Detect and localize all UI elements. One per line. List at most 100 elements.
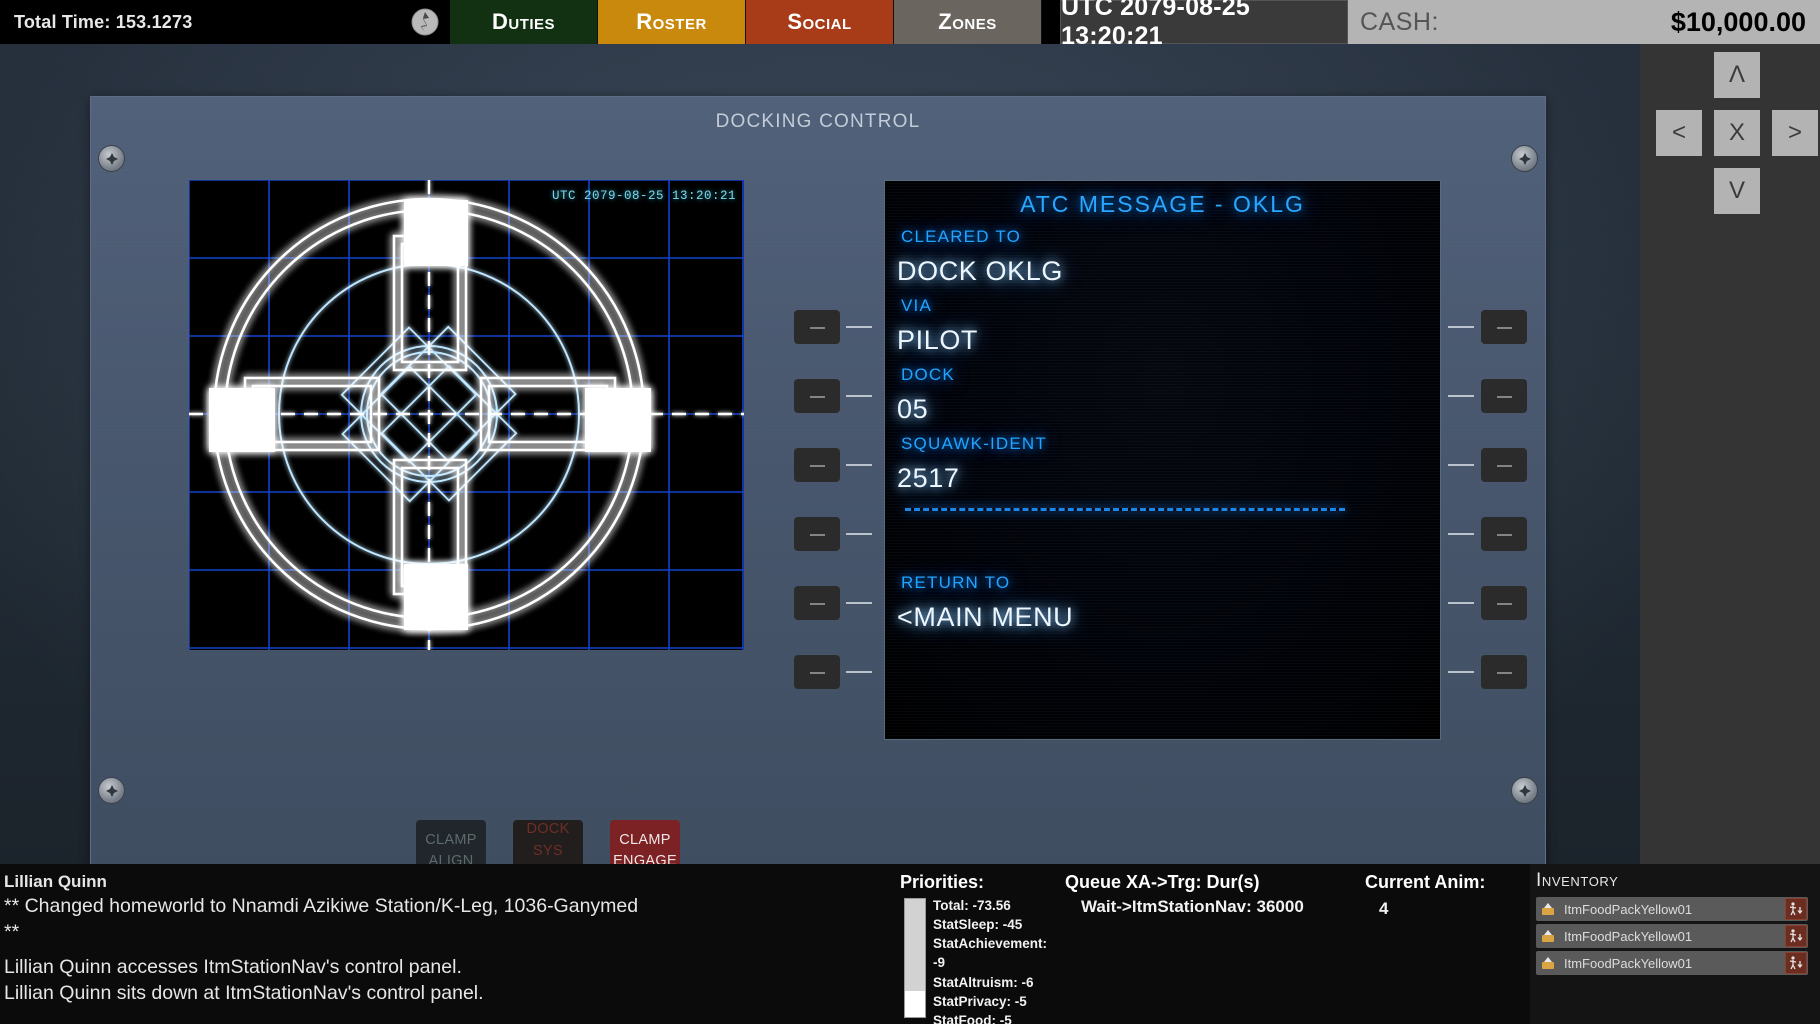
inventory-item-label: ItmFoodPackYellow01 — [1564, 928, 1693, 944]
atc-message-screen[interactable]: ATC MESSAGE - OKLG CLEARED TO DOCK OKLG … — [884, 180, 1441, 740]
top-bar: Total Time: 153.1273 Duties Roster Socia… — [0, 0, 1820, 50]
inventory-item[interactable]: ItmFoodPackYellow01 — [1536, 897, 1808, 921]
game-stage: DOCKING CONTROL UTC 2079-08-25 13:20:21 — [0, 44, 1640, 882]
softkey-right-2[interactable]: — — [1481, 379, 1527, 413]
atc-main-menu-link[interactable]: <MAIN MENU — [897, 602, 1073, 633]
softkey-left-1-connector — [846, 326, 872, 328]
drop-item-icon[interactable] — [1785, 952, 1807, 974]
page-title: DOCKING CONTROL — [715, 111, 921, 132]
food-pack-icon — [1536, 955, 1560, 971]
current-anim-value: 4 — [1379, 899, 1389, 918]
softkey-right-1-connector — [1448, 326, 1474, 328]
atc-label-return-to: RETURN TO — [901, 573, 1011, 592]
tab-social[interactable]: Social — [746, 0, 894, 44]
priorities-heading: Priorities: — [900, 872, 985, 892]
clamp-engage-line1: CLAMP — [619, 831, 671, 848]
log-line: Lillian Quinn accesses ItmStationNav's c… — [4, 956, 462, 979]
softkey-right-1[interactable]: — — [1481, 310, 1527, 344]
utc-clock: UTC 2079-08-25 13:20:21 — [1060, 0, 1348, 50]
atc-divider — [905, 508, 1345, 511]
event-log[interactable]: Lillian Quinn ** Changed homeworld to Nn… — [0, 864, 900, 1024]
atc-title: ATC MESSAGE - OKLG — [1020, 191, 1305, 217]
priorities-list: Total: -73.56 StatSleep: -45 StatAchieve… — [933, 896, 1061, 1024]
cash-display: CASH: $10,000.00 — [1348, 0, 1820, 44]
atc-value-via[interactable]: PILOT — [897, 325, 978, 356]
priority-row: StatPrivacy: -5 — [933, 993, 1027, 1009]
game-window: Total Time: 153.1273 Duties Roster Socia… — [0, 0, 1820, 1024]
priority-row: StatSleep: -45 — [933, 917, 1023, 933]
inventory-item-label: ItmFoodPackYellow01 — [1564, 901, 1693, 917]
priority-row: StatAchievement: — [933, 936, 1048, 952]
softkey-left-2-connector — [846, 395, 872, 397]
current-anim-panel: Current Anim: 4 — [1365, 864, 1530, 1024]
tab-roster[interactable]: Roster — [598, 0, 746, 44]
priorities-panel: Priorities: Total: -73.56 StatSleep: -45… — [900, 864, 1065, 1024]
docking-schematic-graphic — [189, 180, 744, 650]
priority-row: StatFood: -5 — [933, 1012, 1012, 1024]
docking-schematic[interactable]: UTC 2079-08-25 13:20:21 — [189, 180, 744, 650]
softkey-left-2[interactable]: — — [794, 379, 840, 413]
resize-handle-bottom-left[interactable] — [98, 777, 125, 804]
tab-roster-label: Roster — [636, 9, 707, 34]
priority-row: -9 — [933, 955, 946, 971]
atc-value-cleared-to[interactable]: DOCK OKLG — [897, 256, 1063, 287]
dock-sys-clamp-line1: DOCK — [526, 821, 570, 838]
softkey-right-3-connector — [1448, 464, 1474, 466]
log-spacer — [4, 945, 890, 955]
softkey-left-1[interactable]: — — [794, 310, 840, 344]
atc-label-squawk-ident: SQUAWK-IDENT — [901, 434, 1047, 453]
tab-social-label: Social — [787, 9, 852, 34]
softkey-left-5[interactable]: — — [794, 586, 840, 620]
food-pack-icon — [1536, 901, 1560, 917]
docking-control-window: DOCKING CONTROL UTC 2079-08-25 13:20:21 — [90, 96, 1546, 882]
softkey-right-5-label: — — [1497, 594, 1512, 612]
queue-entry: Wait->ItmStationNav: 36000 — [1081, 897, 1304, 916]
log-line: ** Changed homeworld to Nnamdi Azikiwe S… — [4, 895, 639, 917]
cash-value: $10,000.00 — [1670, 6, 1806, 37]
hud-bar: Lillian Quinn ** Changed homeworld to Nn… — [0, 864, 1820, 1024]
camera-center-button[interactable]: X — [1714, 110, 1760, 156]
tab-zones-label: Zones — [938, 9, 997, 34]
softkey-left-2-label: — — [810, 387, 825, 405]
log-line: Lillian Quinn sits down at ItmStationNav… — [4, 982, 484, 1005]
softkey-right-6-connector — [1448, 671, 1474, 673]
food-pack-icon — [1536, 928, 1560, 944]
softkey-left-5-label: — — [810, 594, 825, 612]
atc-value-squawk-ident[interactable]: 2517 — [897, 463, 959, 494]
tab-duties[interactable]: Duties — [450, 0, 598, 44]
softkey-left-3[interactable]: — — [794, 448, 840, 482]
resize-handle-top-right[interactable] — [1511, 145, 1538, 172]
softkey-right-2-label: — — [1497, 387, 1512, 405]
inventory-item[interactable]: ItmFoodPackYellow01 — [1536, 924, 1808, 948]
camera-left-button[interactable]: < — [1656, 110, 1702, 156]
current-anim-heading: Current Anim: — [1365, 872, 1486, 892]
priorities-gauge-fill — [905, 899, 925, 992]
atc-label-via: VIA — [901, 296, 933, 315]
softkey-left-4[interactable]: — — [794, 517, 840, 551]
softkey-left-5-connector — [846, 602, 872, 604]
softkey-right-3[interactable]: — — [1481, 448, 1527, 482]
softkey-left-6-label: — — [810, 663, 825, 681]
resize-handle-top-left[interactable] — [98, 145, 125, 172]
softkey-right-2-connector — [1448, 395, 1474, 397]
clamp-align-line1: CLAMP — [425, 831, 477, 848]
softkey-left-3-label: — — [810, 456, 825, 474]
softkey-right-4[interactable]: — — [1481, 517, 1527, 551]
softkey-left-4-label: — — [810, 525, 825, 543]
camera-up-button[interactable]: Λ — [1714, 52, 1760, 98]
gear-icon[interactable] — [400, 0, 450, 44]
resize-handle-bottom-right[interactable] — [1511, 777, 1538, 804]
queue-heading: Queue XA->Trg: Dur(s) — [1065, 872, 1260, 892]
camera-right-button[interactable]: > — [1772, 110, 1818, 156]
camera-down-button[interactable]: V — [1714, 168, 1760, 214]
atc-value-dock[interactable]: 05 — [897, 394, 928, 425]
tab-zones[interactable]: Zones — [894, 0, 1042, 44]
inventory-item[interactable]: ItmFoodPackYellow01 — [1536, 951, 1808, 975]
softkey-right-5[interactable]: — — [1481, 586, 1527, 620]
drop-item-icon[interactable] — [1785, 898, 1807, 920]
softkey-right-6[interactable]: — — [1481, 655, 1527, 689]
softkey-right-5-connector — [1448, 602, 1474, 604]
softkey-left-6[interactable]: — — [794, 655, 840, 689]
drop-item-icon[interactable] — [1785, 925, 1807, 947]
softkey-right-4-label: — — [1497, 525, 1512, 543]
